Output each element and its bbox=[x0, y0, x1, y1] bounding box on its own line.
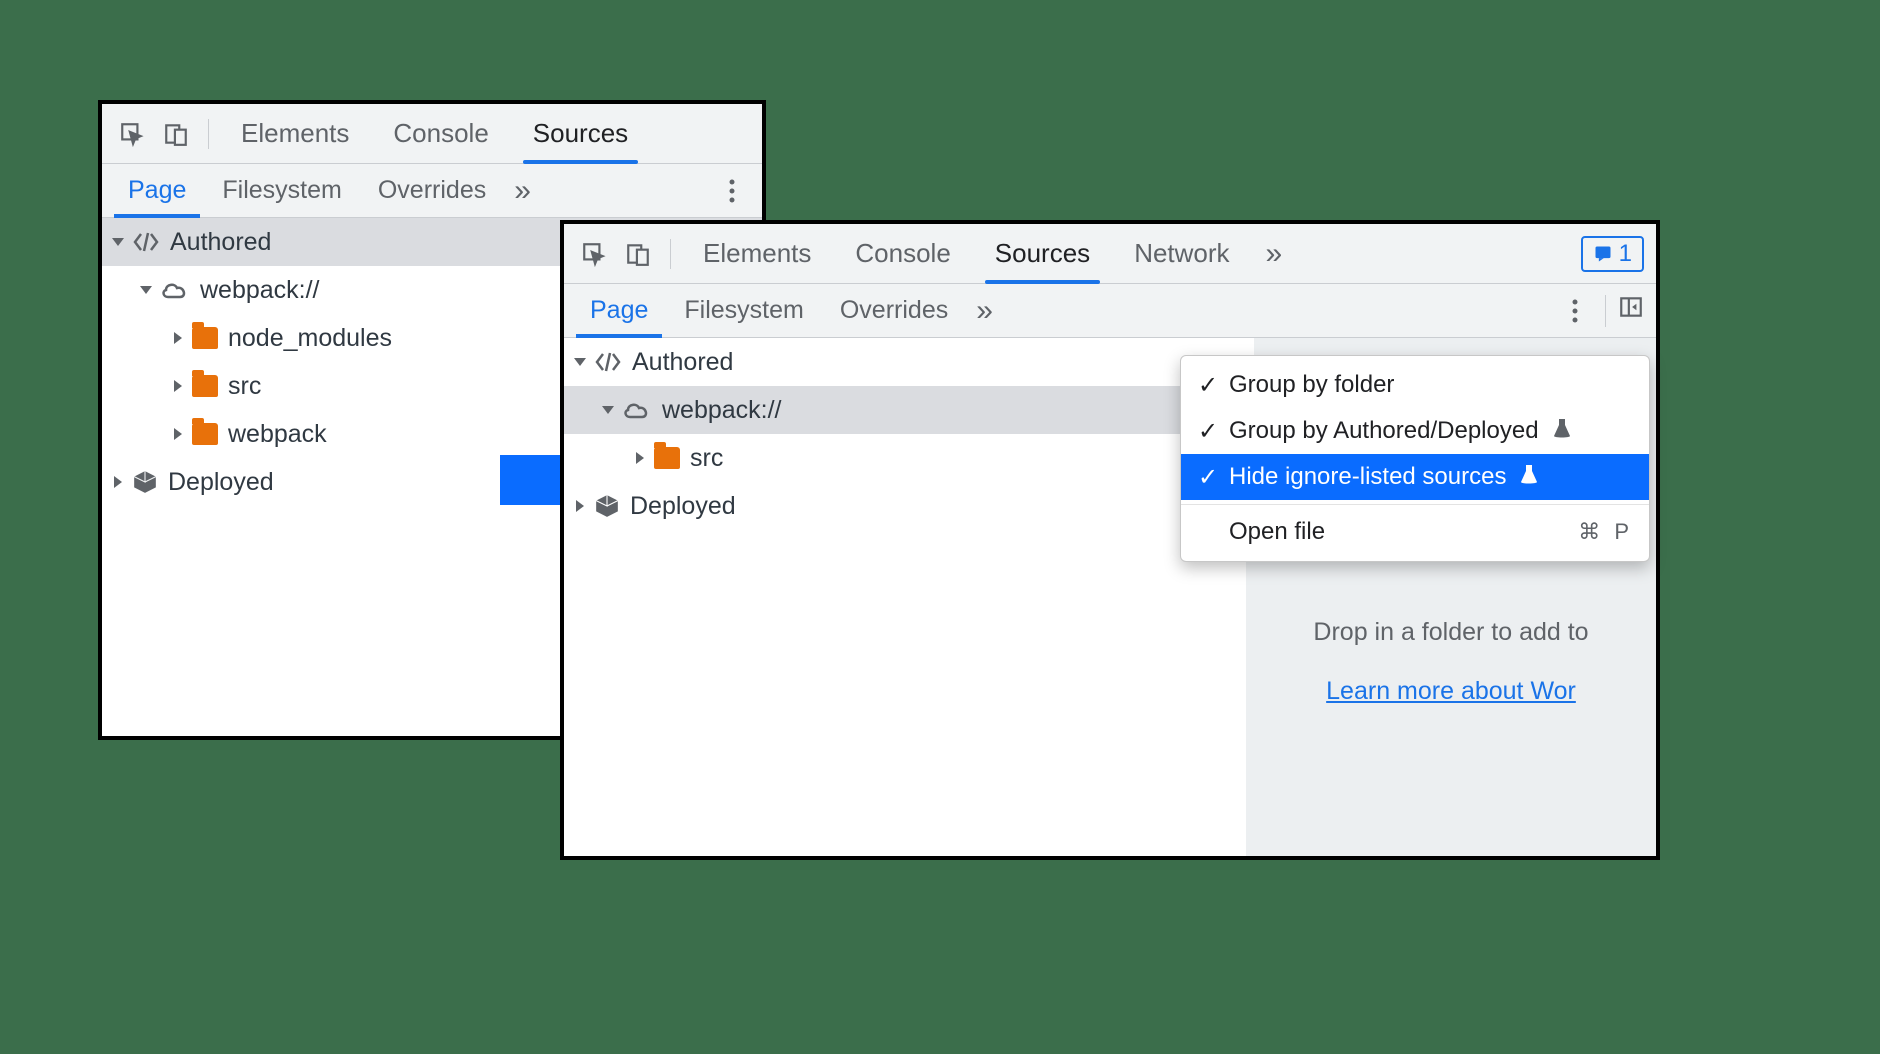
disclosure-icon bbox=[174, 428, 182, 440]
menu-hide-ignore-listed[interactable]: ✓ Hide ignore-listed sources bbox=[1181, 454, 1649, 500]
disclosure-icon bbox=[574, 358, 586, 366]
separator bbox=[208, 119, 209, 149]
authored-icon bbox=[132, 231, 160, 253]
cloud-icon bbox=[622, 399, 652, 421]
tab-console[interactable]: Console bbox=[837, 224, 968, 284]
subtab-filesystem[interactable]: Filesystem bbox=[204, 164, 359, 218]
folder-icon bbox=[192, 423, 218, 445]
more-tabs-icon[interactable]: » bbox=[966, 294, 1003, 328]
cloud-icon bbox=[160, 279, 190, 301]
kebab-menu-icon[interactable] bbox=[714, 173, 750, 209]
tab-sources[interactable]: Sources bbox=[977, 224, 1108, 284]
more-tabs-icon[interactable]: » bbox=[504, 174, 541, 208]
tree-label: Authored bbox=[632, 348, 733, 377]
tab-sources[interactable]: Sources bbox=[515, 104, 646, 164]
separator bbox=[670, 239, 671, 269]
disclosure-icon bbox=[112, 238, 124, 246]
check-icon: ✓ bbox=[1197, 417, 1219, 446]
top-tabstrip: Elements Console Sources Network » 1 bbox=[564, 224, 1656, 284]
inspect-icon[interactable] bbox=[576, 236, 612, 272]
authored-icon bbox=[594, 351, 622, 373]
tab-console[interactable]: Console bbox=[375, 104, 506, 164]
folder-icon bbox=[192, 327, 218, 349]
device-toggle-icon[interactable] bbox=[620, 236, 656, 272]
tree-label: Deployed bbox=[630, 492, 736, 521]
experiment-flask-icon bbox=[1520, 463, 1538, 491]
collapse-pane-icon[interactable] bbox=[1618, 294, 1644, 327]
tree-group-deployed[interactable]: Deployed bbox=[564, 482, 1254, 530]
issues-count: 1 bbox=[1619, 240, 1632, 268]
top-tabstrip: Elements Console Sources bbox=[102, 104, 762, 164]
folder-icon bbox=[192, 375, 218, 397]
file-tree: Authored webpack:// src Deployed bbox=[564, 338, 1254, 530]
subtab-filesystem[interactable]: Filesystem bbox=[666, 284, 821, 338]
subtab-overrides[interactable]: Overrides bbox=[822, 284, 966, 338]
tree-label: src bbox=[228, 372, 261, 401]
menu-separator bbox=[1181, 504, 1649, 505]
disclosure-icon bbox=[602, 406, 614, 414]
tab-elements[interactable]: Elements bbox=[223, 104, 367, 164]
tree-item-src[interactable]: src bbox=[564, 434, 1254, 482]
disclosure-icon bbox=[636, 452, 644, 464]
tab-network[interactable]: Network bbox=[1116, 224, 1247, 284]
subtab-page[interactable]: Page bbox=[572, 284, 666, 338]
check-icon: ✓ bbox=[1197, 371, 1219, 400]
tree-label: webpack:// bbox=[662, 396, 782, 425]
menu-label: Hide ignore-listed sources bbox=[1229, 463, 1506, 491]
subtab-page[interactable]: Page bbox=[110, 164, 204, 218]
sources-subtabs: Page Filesystem Overrides » bbox=[564, 284, 1656, 338]
disclosure-icon bbox=[140, 286, 152, 294]
more-tabs-icon[interactable]: » bbox=[1256, 237, 1293, 271]
separator bbox=[1605, 295, 1606, 327]
tree-group-authored[interactable]: Authored bbox=[564, 338, 1254, 386]
issues-badge[interactable]: 1 bbox=[1581, 236, 1644, 272]
menu-group-by-authored-deployed[interactable]: ✓ Group by Authored/Deployed bbox=[1181, 408, 1649, 454]
subtab-overrides[interactable]: Overrides bbox=[360, 164, 504, 218]
kebab-menu-icon[interactable] bbox=[1557, 293, 1593, 329]
menu-label: Open file bbox=[1229, 518, 1325, 546]
tab-elements[interactable]: Elements bbox=[685, 224, 829, 284]
sources-subtabs: Page Filesystem Overrides » bbox=[102, 164, 762, 218]
tree-label: Deployed bbox=[168, 468, 274, 497]
drop-hint-text: Drop in a folder to add to bbox=[1313, 618, 1588, 647]
menu-open-file[interactable]: Open file ⌘ P bbox=[1181, 509, 1649, 555]
menu-label: Group by Authored/Deployed bbox=[1229, 417, 1539, 445]
tree-label: node_modules bbox=[228, 324, 392, 353]
tree-label: webpack:// bbox=[200, 276, 320, 305]
tree-item-webpack[interactable]: webpack:// bbox=[564, 386, 1254, 434]
deployed-icon bbox=[594, 493, 620, 519]
keyboard-shortcut: ⌘ P bbox=[1578, 519, 1633, 545]
learn-more-link[interactable]: Learn more about Wor bbox=[1326, 677, 1576, 706]
tree-label: src bbox=[690, 444, 723, 473]
sources-context-menu: ✓ Group by folder ✓ Group by Authored/De… bbox=[1180, 355, 1650, 562]
tree-label: webpack bbox=[228, 420, 327, 449]
menu-group-by-folder[interactable]: ✓ Group by folder bbox=[1181, 362, 1649, 408]
deployed-icon bbox=[132, 469, 158, 495]
experiment-flask-icon bbox=[1553, 417, 1571, 445]
tree-label: Authored bbox=[170, 228, 271, 257]
disclosure-icon bbox=[576, 500, 584, 512]
folder-icon bbox=[654, 447, 680, 469]
menu-label: Group by folder bbox=[1229, 371, 1394, 399]
check-icon: ✓ bbox=[1197, 463, 1219, 492]
disclosure-icon bbox=[174, 332, 182, 344]
device-toggle-icon[interactable] bbox=[158, 116, 194, 152]
disclosure-icon bbox=[174, 380, 182, 392]
disclosure-icon bbox=[114, 476, 122, 488]
inspect-icon[interactable] bbox=[114, 116, 150, 152]
